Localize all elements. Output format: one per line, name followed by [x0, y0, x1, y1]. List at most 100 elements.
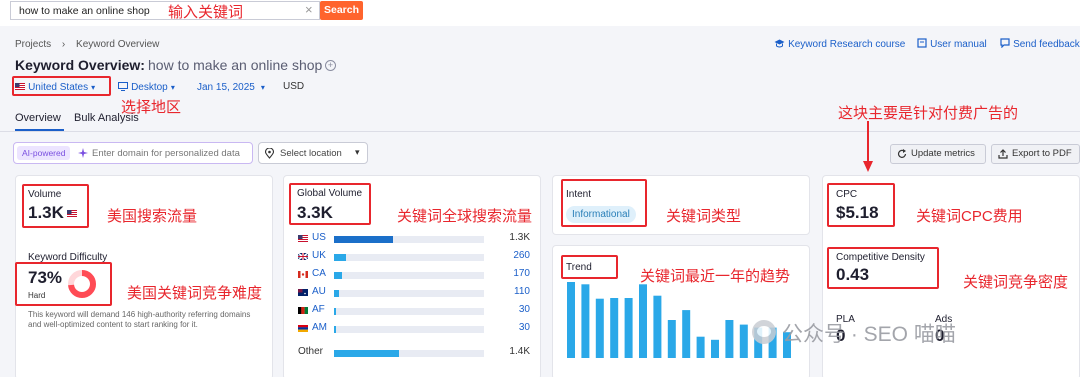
device-label: Desktop: [131, 82, 168, 93]
currency-label: USD: [283, 81, 305, 92]
breadcrumb-current: Keyword Overview: [76, 39, 160, 50]
annotation-intent-type: 关键词类型: [666, 208, 742, 225]
location-select[interactable]: Select location ▾: [258, 142, 368, 164]
arrow-down-icon: [863, 121, 873, 172]
country-bar-track: [334, 326, 484, 333]
trend-bar: [567, 282, 575, 358]
ca-flag-icon: [298, 271, 308, 278]
breadcrumb-separator: ›: [61, 39, 66, 50]
search-input[interactable]: how to make an online shop: [10, 1, 320, 20]
feedback-link[interactable]: Send feedback: [1000, 38, 1080, 50]
device-select[interactable]: Desktop ▾: [118, 81, 175, 93]
tab-divider: [0, 131, 1080, 132]
chevron-down-icon: ▾: [170, 83, 175, 92]
refresh-icon: [897, 149, 907, 158]
export-pdf-button[interactable]: Export to PDF: [991, 144, 1080, 164]
country-code: AU: [312, 286, 326, 297]
tab-overview[interactable]: Overview: [15, 112, 61, 124]
other-label: Other: [298, 346, 324, 357]
au-flag-icon: [298, 289, 308, 296]
country-code: US: [312, 232, 326, 243]
add-keyword-icon[interactable]: +: [325, 60, 336, 71]
trend-bar: [667, 320, 676, 358]
country-value: 30: [518, 322, 530, 333]
annotation-input-keyword: 输入关键词: [168, 4, 244, 21]
country-bar-track: [334, 290, 484, 297]
trend-bar: [595, 298, 604, 358]
uk-flag-icon: [298, 253, 308, 260]
ai-powered-badge: AI-powered: [17, 146, 71, 160]
country-bar: [334, 326, 336, 333]
country-bar-track: [334, 254, 484, 261]
trend-bar: [711, 339, 719, 358]
country-bar: [334, 272, 342, 279]
trend-bar: [653, 295, 662, 358]
other-value: 1.4K: [509, 346, 530, 357]
date-select[interactable]: Jan 15, 2025 ▾: [197, 81, 265, 93]
highlight-volume: [22, 184, 89, 228]
annotation-us-difficulty: 美国关键词竞争难度: [127, 285, 263, 302]
country-code: AF: [312, 304, 325, 315]
trend-bar: [696, 336, 705, 358]
country-row[interactable]: US 1.3K: [298, 232, 530, 249]
domain-input-placeholder: Enter domain for personalized data: [92, 148, 240, 159]
user-manual-link[interactable]: User manual: [917, 38, 987, 50]
trend-bar: [682, 310, 691, 358]
highlight-difficulty: [15, 262, 112, 306]
breadcrumb: Projects › Keyword Overview: [15, 39, 159, 50]
chevron-down-icon: ▾: [355, 147, 360, 157]
country-bar: [334, 290, 340, 297]
country-row-other[interactable]: Other 1.4K: [298, 346, 530, 363]
trend-bar: [624, 298, 633, 358]
location-pin-icon: [265, 148, 274, 159]
country-bar-track: [334, 350, 484, 357]
tab-bulk-analysis[interactable]: Bulk Analysis: [74, 112, 139, 124]
country-bar-track: [334, 236, 484, 243]
country-row[interactable]: CA 170: [298, 268, 530, 285]
country-bar: [334, 236, 393, 243]
country-code: CA: [312, 268, 326, 279]
domain-input[interactable]: AI-powered Enter domain for personalized…: [13, 142, 253, 164]
trend-bar: [739, 324, 748, 358]
difficulty-description: This keyword will demand 146 high-author…: [28, 310, 251, 329]
annotation-competitive-density: 关键词竞争密度: [963, 274, 1069, 291]
clear-icon[interactable]: ×: [305, 2, 313, 17]
highlight-cpc: [827, 183, 895, 227]
graduation-cap-icon: [774, 39, 785, 48]
date-label: Jan 15, 2025: [197, 82, 255, 93]
update-metrics-button[interactable]: Update metrics: [890, 144, 986, 164]
book-icon: [917, 38, 927, 48]
chevron-down-icon: ▾: [260, 83, 265, 92]
country-value: 170: [513, 268, 530, 279]
annotation-paid-ads: 这块主要是针对付费广告的: [838, 105, 1019, 122]
annotation-cpc-cost: 关键词CPC费用: [916, 208, 1023, 225]
highlight-country: [12, 76, 111, 96]
country-value: 30: [518, 304, 530, 315]
trend-bar: [639, 284, 647, 358]
annotation-global-volume: 关键词全球搜索流量: [397, 208, 533, 225]
country-code: AM: [312, 322, 327, 333]
country-bar-track: [334, 272, 484, 279]
am-flag-icon: [298, 325, 308, 332]
country-row[interactable]: UK 260: [298, 250, 530, 267]
highlight-density: [827, 247, 939, 289]
country-row[interactable]: AF 30: [298, 304, 530, 321]
country-bar: [334, 308, 336, 315]
search-button[interactable]: Search: [320, 1, 363, 20]
course-link[interactable]: Keyword Research course: [774, 38, 905, 50]
update-metrics-label: Update metrics: [911, 148, 975, 159]
page-title: Keyword Overview: how to make an online …: [15, 57, 322, 73]
country-row[interactable]: AM 30: [298, 322, 530, 339]
location-placeholder: Select location: [280, 148, 342, 159]
highlight-intent: [561, 179, 647, 227]
country-value: 1.3K: [509, 232, 530, 243]
country-value: 260: [513, 250, 530, 261]
feedback-label: Send feedback: [1013, 39, 1080, 50]
page-title-keyword: how to make an online shop: [148, 57, 323, 73]
course-link-label: Keyword Research course: [788, 39, 906, 50]
breadcrumb-projects[interactable]: Projects: [15, 39, 51, 50]
user-manual-label: User manual: [930, 39, 987, 50]
country-row[interactable]: AU 110: [298, 286, 530, 303]
highlight-trend: [561, 255, 618, 279]
trend-bar: [581, 284, 590, 358]
